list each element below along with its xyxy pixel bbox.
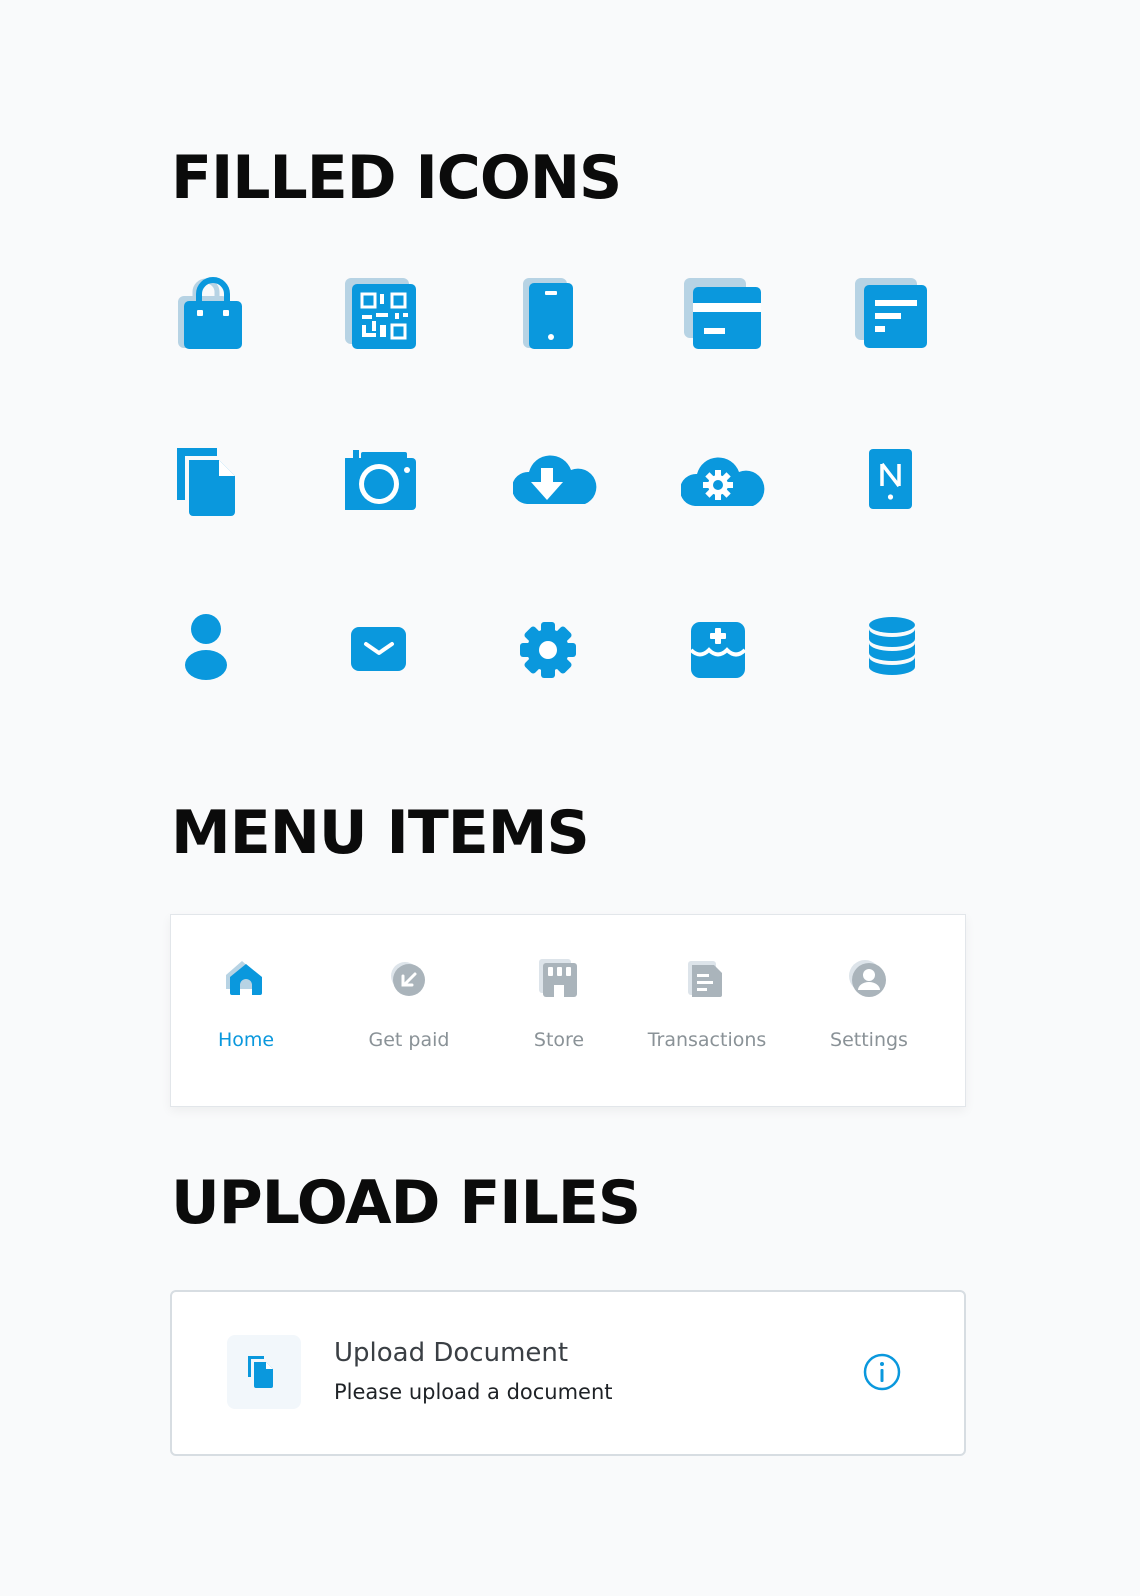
gear-icon	[513, 600, 613, 700]
menu-item-label: Transactions	[647, 1029, 767, 1051]
upload-subtitle: Please upload a document	[334, 1380, 613, 1404]
upload-files-heading: UPLOAD FILES	[171, 1168, 641, 1238]
bottom-navigation-menu: Home Get paid Store Transactions Setting…	[170, 914, 966, 1107]
menu-items-heading: MENU ITEMS	[171, 798, 590, 868]
cloud-download-icon	[513, 438, 613, 538]
menu-item-get-paid[interactable]: Get paid	[334, 915, 484, 1106]
menu-item-label: Store	[533, 1029, 585, 1051]
home-icon	[220, 953, 272, 1005]
upload-icon-container	[227, 1335, 301, 1409]
transactions-icon	[681, 953, 733, 1005]
menu-item-store[interactable]: Store	[484, 915, 634, 1106]
camera-icon	[345, 438, 445, 538]
receipt-icon	[851, 270, 951, 370]
menu-item-home[interactable]: Home	[171, 915, 321, 1106]
document-copy-icon	[248, 1356, 273, 1388]
menu-item-label: Get paid	[368, 1029, 450, 1051]
database-icon	[851, 600, 951, 700]
get-paid-icon	[383, 953, 435, 1005]
qr-code-icon	[345, 270, 445, 370]
menu-item-transactions[interactable]: Transactions	[632, 915, 782, 1106]
document-copy-icon	[171, 438, 271, 538]
settings-user-icon	[843, 953, 895, 1005]
user-icon	[171, 600, 271, 700]
credit-card-icon	[681, 270, 781, 370]
filled-icons-heading: FILLED ICONS	[171, 143, 622, 213]
smartphone-icon	[513, 270, 613, 370]
info-icon[interactable]	[862, 1352, 902, 1392]
filled-icons-grid	[171, 270, 961, 710]
cloud-settings-icon	[681, 438, 781, 538]
upload-title: Upload Document	[334, 1338, 569, 1368]
shopping-bag-icon	[171, 270, 271, 370]
menu-item-label: Settings	[830, 1029, 908, 1051]
upload-document-card[interactable]: Upload Document Please upload a document	[170, 1290, 966, 1456]
store-icon	[533, 953, 585, 1005]
medical-kit-icon	[681, 600, 781, 700]
menu-item-settings[interactable]: Settings	[794, 915, 944, 1106]
nfc-phone-icon	[851, 438, 951, 538]
menu-item-label: Home	[217, 1029, 275, 1051]
mail-icon	[345, 600, 445, 700]
